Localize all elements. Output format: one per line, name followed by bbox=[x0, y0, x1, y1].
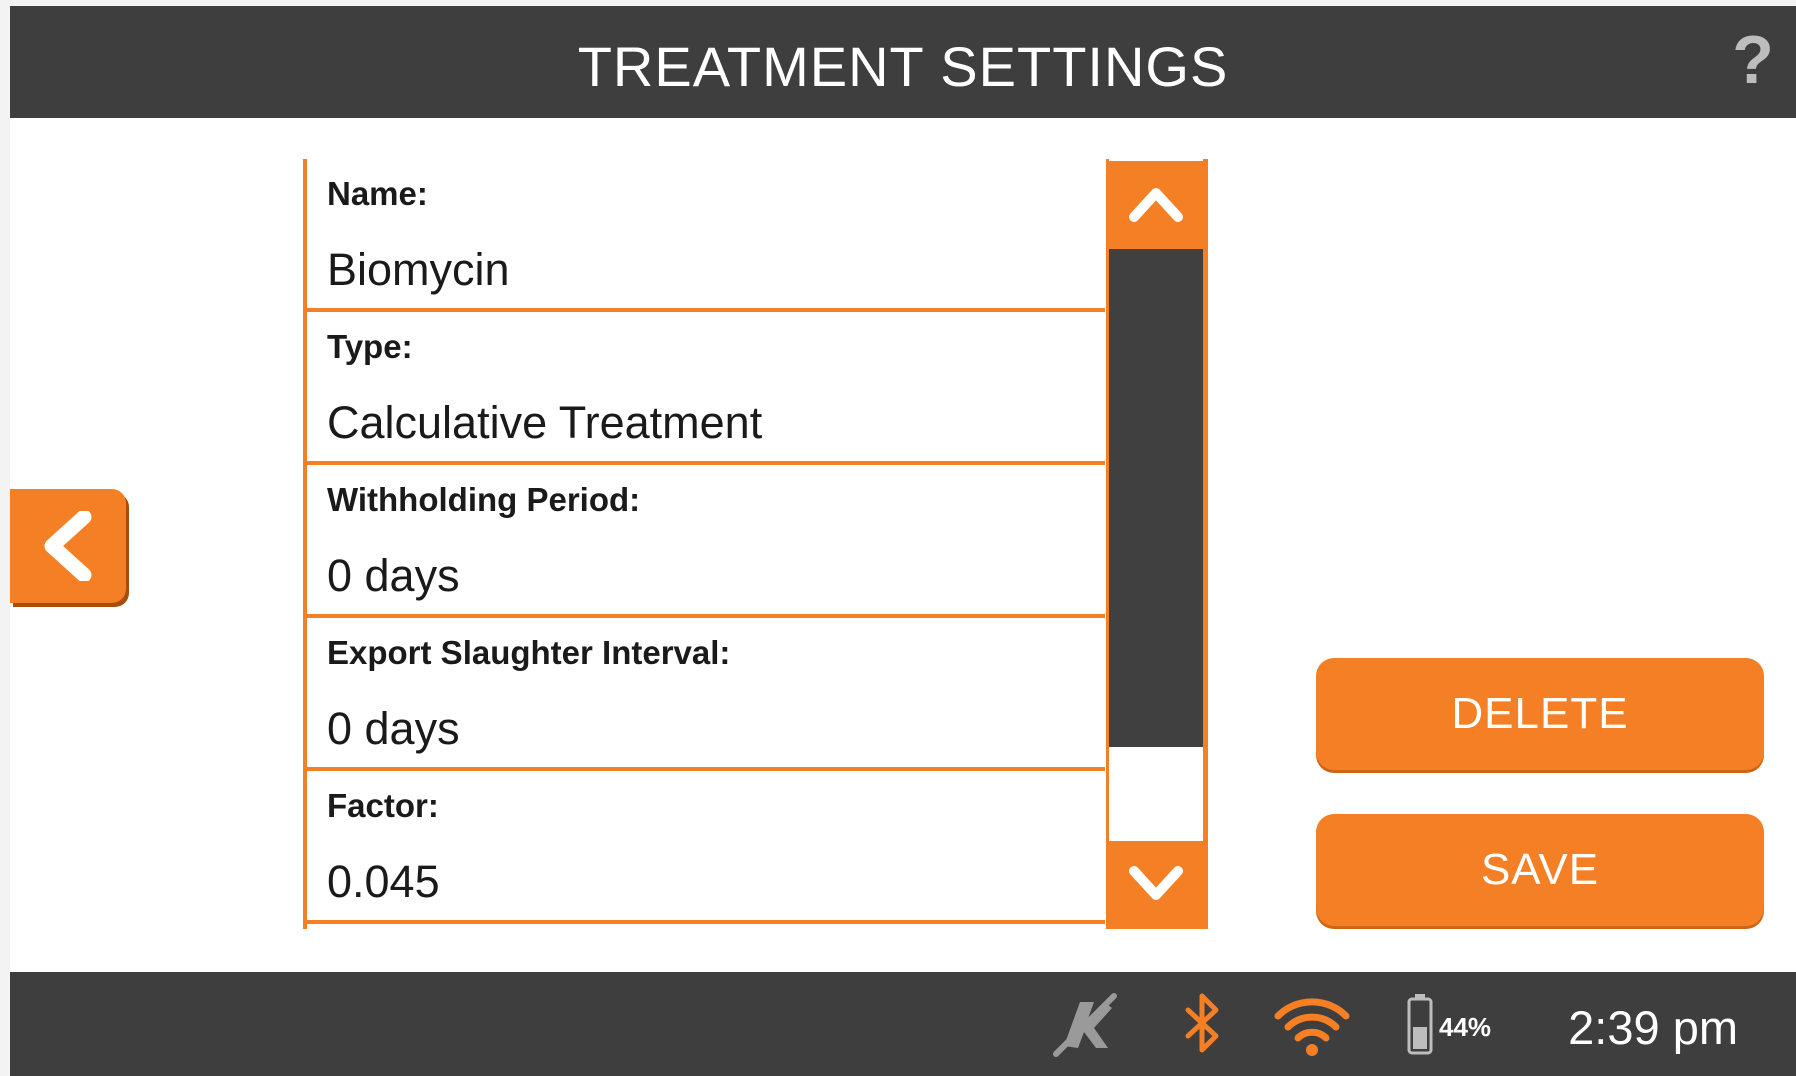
battery-icon bbox=[1404, 972, 1438, 1076]
scale-disconnected-icon bbox=[1050, 972, 1120, 1076]
chevron-up-icon bbox=[1129, 188, 1183, 222]
scroll-down-button[interactable] bbox=[1109, 841, 1203, 929]
field-label: Name: bbox=[327, 175, 428, 212]
field-withholding-period[interactable]: Withholding Period: 0 days bbox=[307, 465, 1105, 618]
field-label: Factor: bbox=[327, 787, 439, 824]
bluetooth-icon bbox=[1178, 972, 1228, 1076]
scroll-thumb[interactable] bbox=[1109, 249, 1203, 747]
field-value: Calculative Treatment bbox=[327, 397, 763, 448]
field-value: Biomycin bbox=[327, 244, 510, 295]
field-value: 0 days bbox=[327, 703, 460, 754]
field-value: 0 days bbox=[327, 550, 460, 601]
screen: TREATMENT SETTINGS ? Name: Biomycin Type… bbox=[10, 6, 1796, 1076]
back-button[interactable] bbox=[10, 489, 126, 603]
status-bar: 44% 2:39 pm bbox=[10, 972, 1796, 1076]
field-type[interactable]: Type: Calculative Treatment bbox=[307, 312, 1105, 465]
list-scrollbar[interactable] bbox=[1106, 159, 1208, 929]
field-export-slaughter-interval[interactable]: Export Slaughter Interval: 0 days bbox=[307, 618, 1105, 771]
clock-time: 2:39 pm bbox=[1568, 1001, 1738, 1054]
settings-list: Name: Biomycin Type: Calculative Treatme… bbox=[303, 159, 1109, 929]
header-bar: TREATMENT SETTINGS ? bbox=[10, 6, 1796, 118]
field-factor[interactable]: Factor: 0.045 bbox=[307, 771, 1105, 924]
chevron-left-icon bbox=[44, 511, 92, 581]
field-label: Export Slaughter Interval: bbox=[327, 634, 731, 671]
page-title: TREATMENT SETTINGS bbox=[577, 35, 1229, 98]
help-icon[interactable]: ? bbox=[1728, 26, 1778, 94]
delete-button[interactable]: DELETE bbox=[1316, 658, 1764, 770]
field-label: Withholding Period: bbox=[327, 481, 641, 518]
field-name[interactable]: Name: Biomycin bbox=[307, 159, 1105, 312]
field-value: 0.045 bbox=[327, 856, 440, 907]
battery-percent: 44% bbox=[1439, 1012, 1492, 1042]
wifi-icon bbox=[1272, 972, 1352, 1076]
scroll-up-button[interactable] bbox=[1109, 161, 1203, 249]
save-button[interactable]: SAVE bbox=[1316, 814, 1764, 926]
chevron-down-icon bbox=[1129, 866, 1183, 900]
field-label: Type: bbox=[327, 328, 413, 365]
